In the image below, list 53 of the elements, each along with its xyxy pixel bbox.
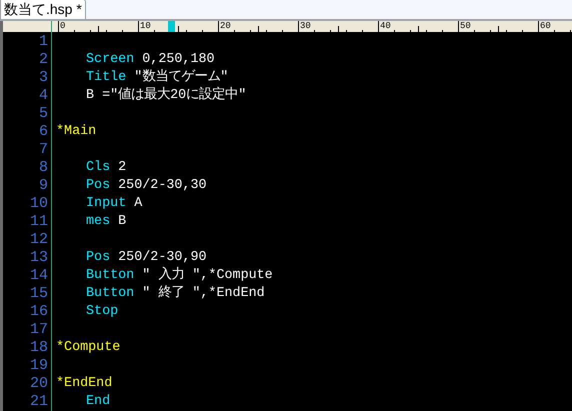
line-number: 20 — [28, 375, 49, 393]
code-text: 0,250,180 — [141, 51, 215, 69]
code-keyword: Title — [86, 69, 126, 87]
code-keyword: Screen — [86, 51, 134, 69]
line-number: 1 — [38, 33, 49, 51]
code-keyword: Input — [86, 195, 126, 213]
line-number: 12 — [28, 231, 49, 249]
ruler-label: 50 — [460, 21, 471, 32]
line-number: 7 — [38, 141, 49, 159]
code-label: *EndEnd — [56, 375, 112, 393]
line-number: 21 — [28, 393, 49, 411]
line-number: 9 — [38, 177, 49, 195]
ruler-label: 10 — [140, 21, 151, 32]
file-tab[interactable]: 数当て.hsp * — [0, 0, 86, 19]
line-number: 15 — [28, 285, 49, 303]
line-number: 13 — [28, 249, 49, 267]
code-keyword: Pos — [86, 177, 110, 195]
line-number: 14 — [28, 267, 49, 285]
line-number: 10 — [28, 195, 49, 213]
line-number: 17 — [28, 321, 49, 339]
code-keyword: Pos — [86, 249, 110, 267]
ruler-label: 20 — [220, 21, 231, 32]
code-text: " 入力 ",*Compute — [141, 267, 273, 285]
code-keyword: mes — [86, 213, 110, 231]
line-number: 11 — [28, 213, 49, 231]
code-text: 250/2-30,90 — [117, 249, 207, 266]
code-label: *Main — [56, 123, 96, 141]
code-keyword: Button — [86, 267, 134, 285]
code-text: 2 — [117, 159, 126, 177]
code-text: A — [133, 195, 142, 213]
code-keyword: Button — [86, 285, 134, 303]
ruler-label: 0 — [60, 21, 66, 32]
code-keyword: Cls — [86, 159, 110, 177]
code-text: 250/2-30,30 — [117, 177, 207, 195]
ruler-label: 30 — [300, 21, 311, 32]
line-number: 8 — [38, 159, 49, 177]
code-keyword: End — [86, 393, 110, 411]
line-number: 18 — [28, 339, 49, 357]
ruler-label: 40 — [380, 21, 391, 32]
code-text: " 終了 ",*EndEnd — [141, 285, 265, 303]
line-number: 19 — [28, 357, 49, 375]
ruler-label: 60 — [540, 21, 551, 32]
code-keyword: Stop — [86, 303, 118, 321]
code-text: "数当てゲーム" — [133, 69, 228, 86]
line-number: 3 — [38, 69, 49, 87]
line-number: 16 — [28, 303, 49, 321]
line-number: 4 — [38, 87, 49, 105]
code-label: *Compute — [56, 339, 120, 357]
line-number: 6 — [38, 123, 49, 141]
code-text: B ="値は最大20に設定中" — [86, 87, 246, 105]
line-number: 5 — [38, 105, 49, 123]
line-number: 2 — [38, 51, 49, 69]
code-text: B — [117, 213, 126, 231]
